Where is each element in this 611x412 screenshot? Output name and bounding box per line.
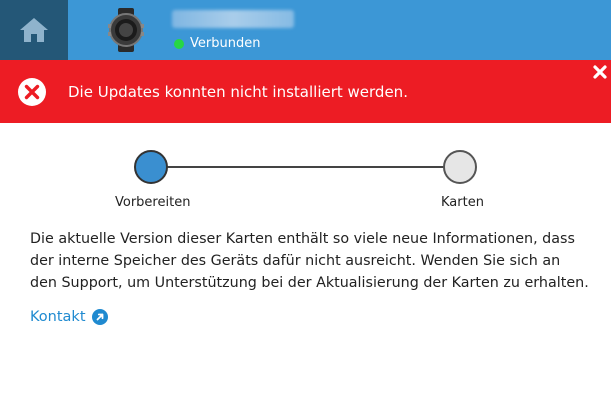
smartwatch-icon: [108, 8, 144, 52]
contact-link-label: Kontakt: [30, 309, 86, 325]
step-circle-prepare: [134, 150, 168, 184]
stepper-line: [151, 166, 461, 168]
contact-link[interactable]: Kontakt: [30, 309, 108, 325]
close-icon[interactable]: [592, 64, 608, 80]
progress-stepper: Vorbereiten Karten: [0, 123, 611, 223]
status-label: Verbunden: [190, 36, 261, 51]
home-icon: [20, 18, 48, 42]
error-x-icon: [18, 78, 46, 106]
device-name: [172, 10, 294, 28]
top-bar: Verbunden: [0, 0, 611, 60]
step-label-maps: Karten: [441, 195, 484, 210]
home-button[interactable]: [0, 0, 68, 60]
info-message: Die aktuelle Version dieser Karten enthä…: [30, 231, 589, 291]
external-link-icon: [91, 309, 108, 325]
error-banner: Die Updates konnten nicht installiert we…: [0, 60, 611, 123]
error-message: Die Updates konnten nicht installiert we…: [68, 83, 408, 101]
status-dot: [174, 38, 184, 49]
step-circle-maps: [443, 150, 477, 184]
device-image: [104, 8, 148, 52]
step-label-prepare: Vorbereiten: [115, 195, 191, 210]
connection-status: Verbunden: [174, 36, 260, 51]
